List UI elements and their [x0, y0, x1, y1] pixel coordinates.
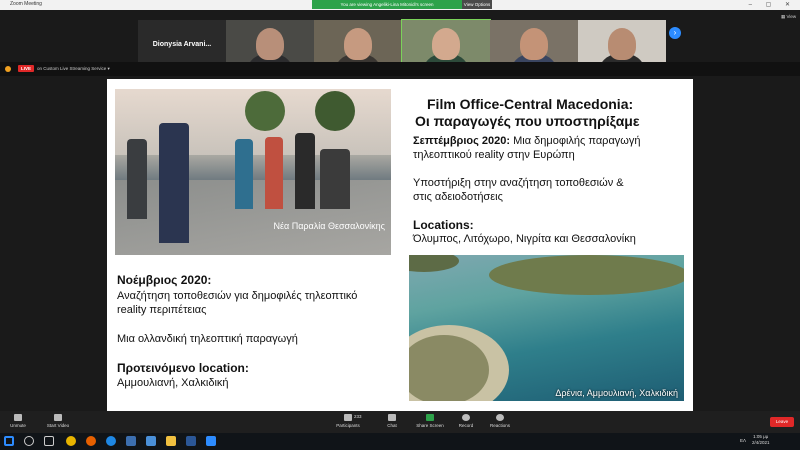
- reactions-button[interactable]: Reactions: [482, 414, 518, 428]
- record-icon: [462, 414, 470, 421]
- reactions-label: Reactions: [489, 423, 510, 428]
- chrome-icon[interactable]: [66, 436, 76, 446]
- support-text-2: στις αδειοδοτήσεις: [413, 191, 503, 203]
- september-text: Μια δημοφιλής παραγωγή: [510, 135, 641, 147]
- start-video-label: Start Video: [46, 423, 70, 428]
- september-text-2: τηλεοπτικού reality στην Ευρώπη: [413, 149, 575, 161]
- share-screen-icon: [426, 414, 434, 421]
- photo-tree: [245, 91, 285, 131]
- participants-label: Participants: [336, 423, 360, 428]
- proposed-location-text: Αμμουλιανή, Χαλκιδική: [117, 377, 229, 389]
- photo-camera: [320, 149, 350, 209]
- chat-icon: [388, 414, 396, 421]
- app-icon[interactable]: [146, 436, 156, 446]
- photo-island: [409, 255, 459, 272]
- photo-left-caption: Νέα Παραλία Θεσσαλονίκης: [273, 221, 385, 231]
- locations-text: Όλυμπος, Λιτόχωρο, Νιγρίτα και Θεσσαλονί…: [413, 233, 636, 245]
- clock-date: 2/4/2021: [752, 440, 770, 445]
- start-video-button[interactable]: Start Video: [40, 414, 76, 428]
- september-paragraph: Σεπτέμβριος 2020: Μια δημοφιλής παραγωγή: [413, 135, 641, 147]
- photo-person: [295, 133, 315, 209]
- photo-tree: [315, 91, 355, 131]
- live-stream-dropdown[interactable]: on Custom Live Streaming Service ▾: [37, 66, 110, 72]
- participant-video: [432, 28, 460, 60]
- participant-video: [608, 28, 636, 60]
- support-text-1: Υποστήριξη στην αναζήτηση τοποθεσιών &: [413, 177, 624, 189]
- unmute-label: Unmute: [10, 423, 26, 428]
- live-badge[interactable]: LIVE: [18, 65, 35, 72]
- photo-right-caption: Δρένια, Αμμουλιανή, Χαλκιδική: [555, 388, 678, 398]
- app-icon[interactable]: [126, 436, 136, 446]
- share-screen-button[interactable]: Share Screen: [412, 414, 448, 428]
- unmute-button[interactable]: Unmute: [0, 414, 36, 428]
- system-clock[interactable]: 1:05 μμ 2/4/2021: [752, 434, 770, 446]
- november-text-2: reality περιπέτειας: [117, 304, 207, 316]
- view-options-button[interactable]: View Options ⌄: [462, 0, 492, 16]
- slide-photo-left: Νέα Παραλία Θεσσαλονίκης: [115, 89, 391, 255]
- record-button[interactable]: Record: [448, 414, 484, 428]
- search-icon[interactable]: [24, 436, 34, 446]
- chat-label: Chat: [387, 423, 397, 428]
- firefox-icon[interactable]: [86, 436, 96, 446]
- share-screen-label: Share Screen: [416, 423, 444, 428]
- participant-name: Dionysia Arvani...: [152, 41, 212, 48]
- slide-title-line2: Οι παραγωγές που υποστηρίξαμε: [415, 113, 640, 129]
- participant-video: [344, 28, 372, 60]
- slide-title-line1: Film Office-Central Macedonia:: [427, 96, 634, 112]
- proposed-location-heading: Προτεινόμενο location:: [117, 361, 249, 375]
- photo-island: [489, 255, 684, 295]
- photo-person: [265, 137, 283, 209]
- photo-person: [235, 139, 253, 209]
- september-heading: Σεπτέμβριος 2020:: [413, 135, 511, 147]
- gallery-next-icon[interactable]: ›: [669, 27, 681, 39]
- live-stream-row: [0, 62, 800, 76]
- microphone-muted-icon: [14, 414, 22, 421]
- chat-button[interactable]: Chat: [374, 414, 410, 428]
- word-icon[interactable]: [186, 436, 196, 446]
- video-off-icon: [54, 414, 62, 421]
- reactions-icon: [496, 414, 504, 421]
- zoom-icon[interactable]: [206, 436, 216, 446]
- edge-icon[interactable]: [106, 436, 116, 446]
- participant-video: [520, 28, 548, 60]
- file-explorer-icon[interactable]: [166, 436, 176, 446]
- language-indicator[interactable]: ΕΛ: [740, 438, 746, 443]
- start-icon[interactable]: [4, 436, 14, 446]
- record-label: Record: [458, 423, 474, 428]
- share-banner: You are viewing Angeliki-Lina Mitonidi's…: [312, 0, 462, 9]
- task-view-icon[interactable]: [44, 436, 54, 446]
- windows-taskbar: [0, 433, 800, 450]
- dutch-production-text: Μια ολλανδική τηλεοπτική παραγωγή: [117, 333, 298, 345]
- window-controls[interactable]: – ▢ ✕: [749, 1, 796, 8]
- slide-photo-right: Δρένια, Αμμουλιανή, Χαλκιδική: [409, 255, 684, 401]
- photo-person: [159, 123, 189, 243]
- view-layout-button[interactable]: ▦ View: [781, 14, 796, 20]
- leave-button[interactable]: Leave: [770, 417, 794, 427]
- photo-person: [127, 139, 147, 219]
- november-heading: Νοέμβριος 2020:: [117, 273, 212, 287]
- november-text-1: Αναζήτηση τοποθεσιών για δημοφιλές τηλεο…: [117, 290, 358, 302]
- participants-count: 233: [354, 414, 362, 419]
- locations-heading: Locations:: [413, 218, 474, 232]
- participant-video: [256, 28, 284, 60]
- participants-icon: [344, 414, 352, 421]
- shield-icon[interactable]: [5, 66, 11, 72]
- window-title: Zoom Meeting: [10, 1, 42, 7]
